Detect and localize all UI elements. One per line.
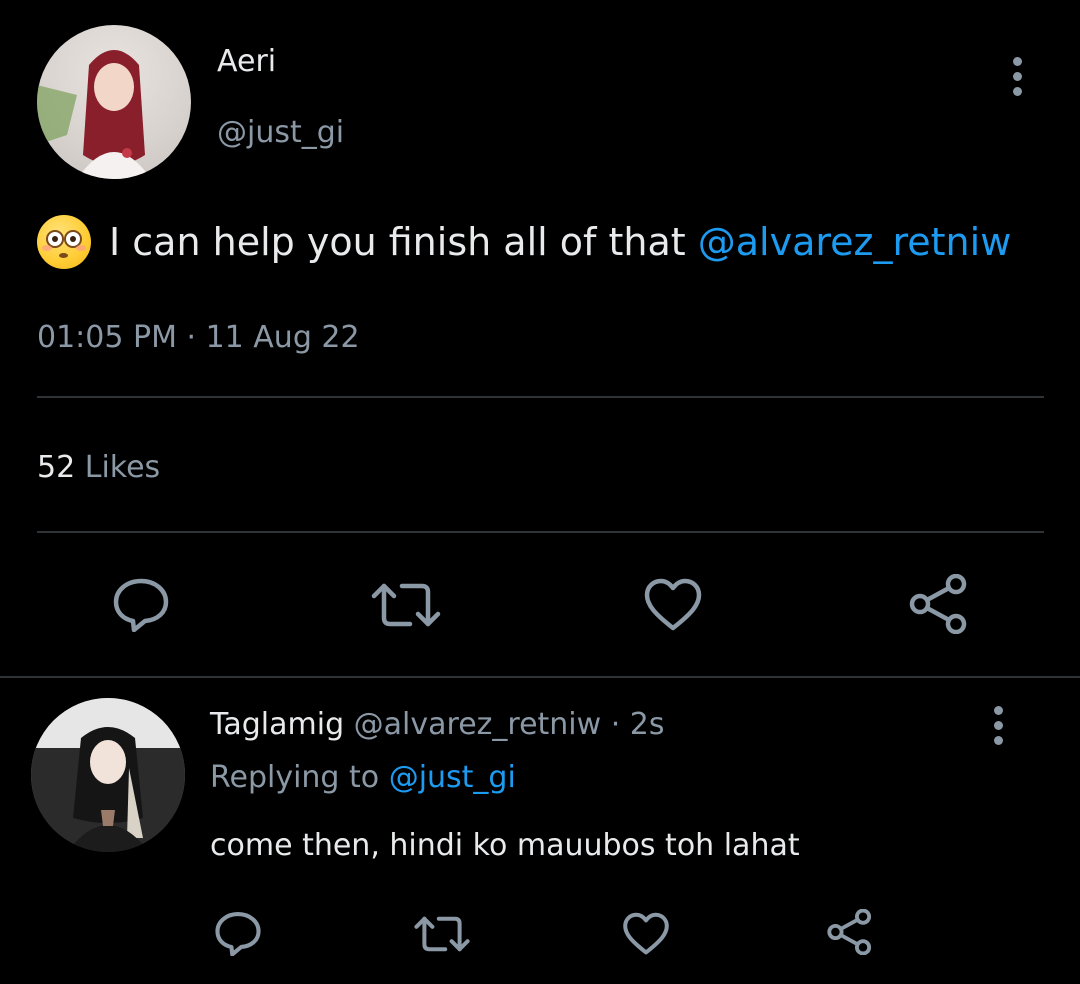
reply-time: · 2s [610, 707, 665, 742]
author-name[interactable]: Aeri [217, 44, 276, 79]
reply-more-options-button[interactable] [992, 706, 1004, 745]
retweet-icon [414, 916, 470, 952]
avatar-image [31, 698, 185, 852]
replying-label: Replying to [210, 760, 380, 795]
share-icon [827, 909, 872, 955]
reply-icon [113, 578, 169, 632]
reply-retweet-button[interactable] [413, 914, 471, 954]
heart-icon [644, 578, 702, 631]
replying-to-link[interactable]: @just_gi [389, 760, 516, 795]
reply-button[interactable] [112, 576, 170, 632]
divider [37, 531, 1044, 533]
reply-icon [215, 912, 261, 956]
reply-author-name[interactable]: Taglamig [210, 707, 344, 742]
tweet-text: I can help you finish all of that @alvar… [37, 215, 1011, 269]
share-icon [909, 574, 967, 634]
author-avatar[interactable] [37, 25, 191, 179]
likes-label: Likes [84, 450, 161, 485]
retweet-icon [371, 583, 441, 627]
tweet-body: I can help you finish all of that [109, 220, 686, 264]
reply-share-button[interactable] [826, 909, 874, 955]
flushed-face-icon [37, 215, 91, 269]
replying-to: Replying to @just_gi [210, 760, 516, 795]
tweet-mention-link[interactable]: @alvarez_retniw [698, 220, 1012, 264]
like-button[interactable] [643, 578, 703, 632]
retweet-button[interactable] [370, 580, 442, 630]
reply-body: come then, hindi ko mauubos toh lahat [210, 828, 800, 863]
likes-count[interactable]: 52 Likes [37, 450, 160, 485]
author-handle[interactable]: @just_gi [217, 115, 344, 150]
reply-author-avatar[interactable] [31, 698, 185, 852]
section-separator [0, 676, 1080, 678]
tweet-timestamp[interactable]: 01:05 PM · 11 Aug 22 [37, 320, 360, 355]
reply-author-handle[interactable]: @alvarez_retniw [354, 707, 602, 742]
heart-icon [623, 912, 669, 955]
reply-reply-button[interactable] [214, 910, 262, 956]
more-options-button[interactable] [1011, 57, 1023, 96]
share-button[interactable] [908, 574, 970, 634]
more-icon [993, 706, 1003, 715]
reply-header: Taglamig @alvarez_retniw · 2s [210, 707, 665, 742]
reply-like-button[interactable] [622, 912, 670, 956]
likes-number: 52 [37, 450, 76, 485]
more-icon [1012, 57, 1022, 66]
avatar-image [37, 50, 151, 179]
divider [37, 396, 1044, 398]
